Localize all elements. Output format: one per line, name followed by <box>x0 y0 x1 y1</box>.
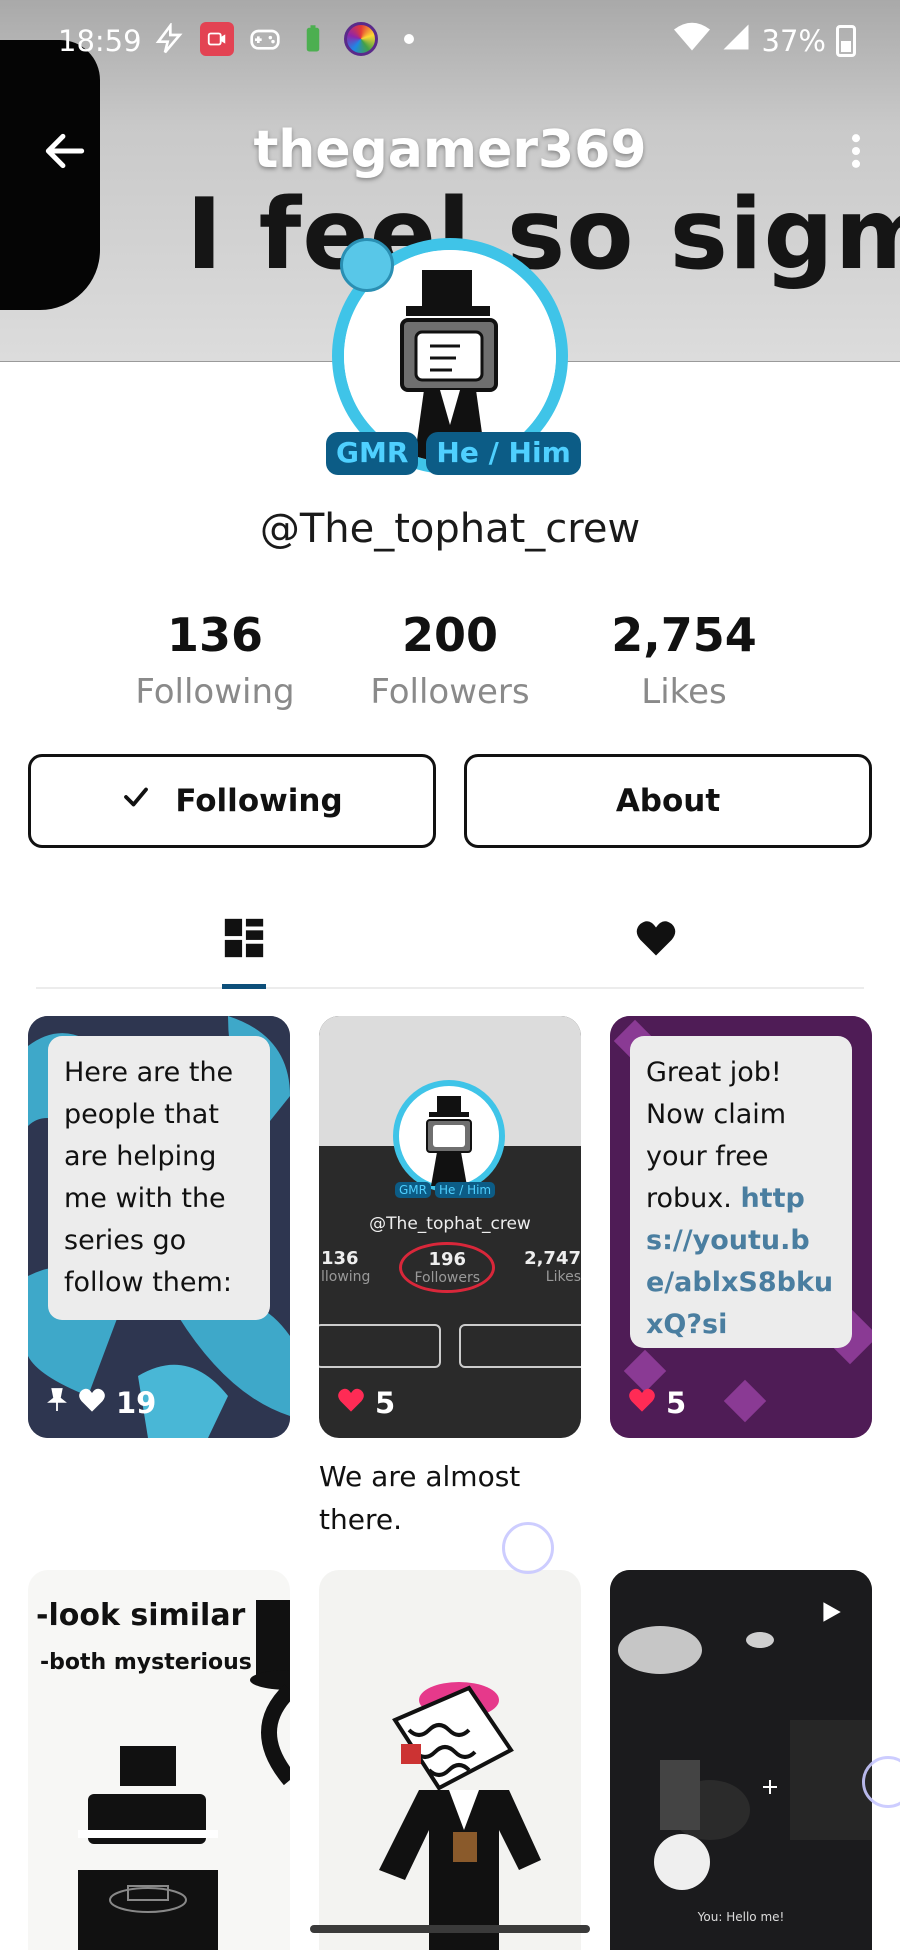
about-button-label: About <box>615 783 721 819</box>
stat-label: Likes <box>641 672 727 712</box>
stat-value: 200 <box>401 608 499 662</box>
wifi-icon <box>673 22 710 59</box>
page-title: thegamer369 <box>253 120 647 180</box>
battery-saver-icon <box>296 22 330 56</box>
stat-value: 2,754 <box>611 608 757 662</box>
like-count: 19 <box>116 1386 157 1420</box>
post-thumb-badge-pronouns: He / Him <box>435 1182 496 1198</box>
pin-icon <box>46 1386 68 1420</box>
post-thumb-stat-value: 196 <box>428 1249 467 1270</box>
like-count: 5 <box>375 1386 396 1420</box>
post-text-box: Great job! Now claim your free robux. ht… <box>630 1036 852 1348</box>
post-thumb-button <box>459 1324 581 1368</box>
post-thumb-badges: GMR He / Him <box>395 1182 496 1198</box>
following-button[interactable]: Following <box>28 754 436 848</box>
post-tile[interactable]: You: Hello me! <box>610 1570 872 1950</box>
stat-label: Followers <box>370 672 530 712</box>
post-stats: 5 <box>337 1386 395 1420</box>
post-overlay-text: You: Hello me! <box>697 1910 785 1924</box>
username: @The_tophat_crew <box>259 506 641 552</box>
badge-gmr: GMR <box>326 432 419 475</box>
heart-icon <box>635 918 677 962</box>
post-thumb-username: @The_tophat_crew <box>369 1214 531 1234</box>
post-thumb-stat-value: 2,747 <box>524 1248 581 1269</box>
post-thumb-art <box>379 1682 541 1950</box>
post-thumb-stat-value: 136 <box>321 1248 359 1269</box>
profile-badges: GMR He / Him <box>326 432 581 475</box>
stat-label: Following <box>135 672 295 712</box>
checkmark-icon <box>121 782 151 820</box>
post-thumb-avatar <box>393 1080 505 1192</box>
post-tile[interactable] <box>319 1570 581 1950</box>
stat-likes[interactable]: 2,754 Likes <box>574 608 794 712</box>
battery-percent: 37% <box>761 23 826 58</box>
gesture-navigation-bar[interactable] <box>310 1925 590 1933</box>
post-stats: 5 <box>628 1386 686 1420</box>
post-thumb-stats: 136 llowing 196 Followers 2,747 Likes <box>319 1242 581 1293</box>
post-thumb-stat-label: llowing <box>321 1269 371 1285</box>
tab-liked[interactable] <box>596 890 716 990</box>
post-tile[interactable]: -look similar -both mysterious <box>28 1570 290 1950</box>
post-thumb-stat-label: Followers <box>414 1270 481 1286</box>
game-wheel-icon <box>344 22 378 56</box>
post-text: Here are the people that are helping me … <box>48 1036 270 1320</box>
post-tile[interactable]: Great job! Now claim your free robux. ht… <box>610 1016 872 1438</box>
like-heart-icon <box>337 1386 365 1420</box>
status-time: 18:59 <box>58 24 142 58</box>
more-options-icon[interactable] <box>834 126 878 176</box>
status-bar: 18:59 37% <box>0 0 900 86</box>
like-heart-icon <box>78 1386 106 1420</box>
cell-signal-icon <box>720 22 752 59</box>
following-button-label: Following <box>175 783 343 819</box>
stat-following[interactable]: 136 Following <box>105 608 325 712</box>
touch-indicator <box>502 1522 554 1574</box>
tab-selected-indicator <box>222 984 266 989</box>
post-tile[interactable]: GMR He / Him @The_tophat_crew 136 llowin… <box>319 1016 581 1438</box>
avatar[interactable] <box>332 238 568 474</box>
gamepad-icon <box>248 22 282 56</box>
post-thumb-stat-label: Likes <box>545 1269 581 1285</box>
battery-icon <box>836 24 856 57</box>
post-thumb-art <box>78 1600 290 1950</box>
stat-followers[interactable]: 200 Followers <box>340 608 560 712</box>
screen-record-icon <box>200 22 234 56</box>
banner-text: I feel so sigma <box>186 178 900 292</box>
about-button[interactable]: About <box>464 754 872 848</box>
tab-videos[interactable] <box>184 890 304 990</box>
post-stats: 19 <box>46 1386 156 1420</box>
play-icon <box>818 1598 844 1630</box>
like-count: 5 <box>666 1386 687 1420</box>
tab-divider <box>36 987 864 989</box>
mascot-sticker-icon <box>340 238 394 292</box>
grid-icon <box>221 915 267 965</box>
post-thumb-badge-gmr: GMR <box>395 1182 431 1198</box>
badge-pronouns: He / Him <box>426 432 581 475</box>
post-thumb-button <box>319 1324 441 1368</box>
dot-icon <box>392 22 426 56</box>
stat-value: 136 <box>166 608 264 662</box>
post-tile[interactable]: Here are the people that are helping me … <box>28 1016 290 1438</box>
flash-icon <box>152 22 186 56</box>
like-heart-icon <box>628 1386 656 1420</box>
